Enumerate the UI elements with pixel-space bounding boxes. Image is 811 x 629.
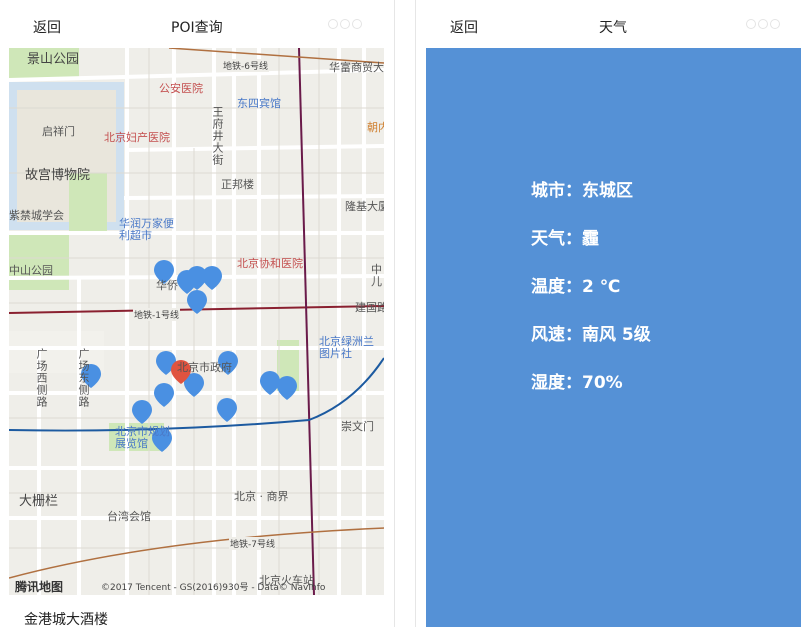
map-label: 北京妇产医院 bbox=[104, 131, 170, 144]
divider bbox=[394, 0, 395, 627]
weather-city: 城市：东城区 bbox=[531, 181, 633, 201]
map-label: 北京协和医院 bbox=[237, 257, 303, 270]
subway-line5 bbox=[298, 48, 315, 595]
map-label: 广场东侧路 bbox=[77, 348, 90, 408]
map-label: 正邦楼 bbox=[221, 178, 254, 191]
map-label: 紫禁城学会 bbox=[9, 209, 64, 222]
map-label: 北京市政府 bbox=[177, 361, 232, 374]
park-area bbox=[9, 234, 69, 290]
poi-navbar: 返回 POI查询 bbox=[0, 0, 394, 48]
map-label: 华富商贸大厦 bbox=[329, 61, 384, 74]
map-label: 启祥门 bbox=[42, 125, 75, 138]
map-label: 隆基大厦 bbox=[345, 200, 384, 213]
map-label: 崇文门 bbox=[341, 420, 374, 433]
page-title: 天气 bbox=[599, 20, 627, 36]
more-menu-icon[interactable] bbox=[746, 19, 780, 29]
map-view[interactable]: 景山公园 公安医院 启祥门 北京妇产医院 故宫博物院 紫禁城学会 中山公园 华润… bbox=[9, 48, 384, 595]
map-label: 景山公园 bbox=[27, 52, 80, 67]
map-label: 中山公园 bbox=[9, 264, 53, 277]
map-label: 华侨 bbox=[156, 279, 178, 292]
poi-name-label: 金港城大酒楼 bbox=[24, 612, 108, 628]
map-marker-icon bbox=[202, 266, 222, 290]
back-button[interactable]: 返回 bbox=[450, 17, 478, 37]
map-label: 王府井大街 bbox=[211, 106, 224, 166]
weather-temperature: 温度：2 ℃ bbox=[531, 277, 621, 297]
map-label: 大栅栏 bbox=[19, 494, 59, 509]
map-logo: 腾讯地图 bbox=[15, 580, 64, 594]
weather-condition: 天气：霾 bbox=[531, 229, 599, 249]
map-copyright: ©2017 Tencent - GS(2016)930号 - Data© Nav… bbox=[101, 583, 326, 593]
map-label: 地铁-1号线 bbox=[133, 308, 180, 321]
weather-panel: 城市：东城区 天气：霾 温度：2 ℃ 风速：南风 5级 湿度：70% bbox=[426, 48, 801, 627]
back-button[interactable]: 返回 bbox=[33, 17, 61, 37]
page-title: POI查询 bbox=[171, 20, 223, 36]
map-label: 广场西侧路 bbox=[35, 348, 48, 408]
map-label: 华润万家便利超市 bbox=[119, 217, 174, 242]
map-label: 地铁-7号线 bbox=[229, 537, 276, 550]
map-label: 中儿 bbox=[371, 263, 382, 288]
map-label: 北京 · 商界 bbox=[234, 490, 289, 503]
map-label: 故宫博物院 bbox=[25, 168, 91, 183]
map-marker-icon bbox=[277, 376, 297, 400]
map-marker-icon bbox=[154, 383, 174, 407]
poi-screen: 返回 POI查询 景山公园 公安医院 启祥门 北京妇产医院 故宫博物院 紫禁城学… bbox=[0, 0, 394, 628]
map-label: 台湾会馆 bbox=[107, 510, 151, 523]
map-label: 公安医院 bbox=[159, 82, 203, 95]
map-label: 建国路 bbox=[355, 301, 384, 314]
map-label: 东四宾馆 bbox=[237, 97, 281, 110]
weather-humidity: 湿度：70% bbox=[531, 373, 623, 393]
weather-screen: 返回 天气 城市：东城区 天气：霾 温度：2 ℃ 风速：南风 5级 湿度：70% bbox=[416, 0, 811, 627]
map-label: 北京市规划展览馆 bbox=[115, 425, 170, 450]
weather-navbar: 返回 天气 bbox=[416, 0, 811, 48]
map-label: 北京绿洲兰图片社 bbox=[319, 335, 374, 360]
map-label: 朝内 bbox=[367, 121, 384, 134]
subway-line7 bbox=[9, 527, 384, 579]
more-menu-icon[interactable] bbox=[328, 19, 362, 29]
weather-wind: 风速：南风 5级 bbox=[531, 325, 651, 345]
map-label: 地铁-6号线 bbox=[222, 59, 269, 72]
